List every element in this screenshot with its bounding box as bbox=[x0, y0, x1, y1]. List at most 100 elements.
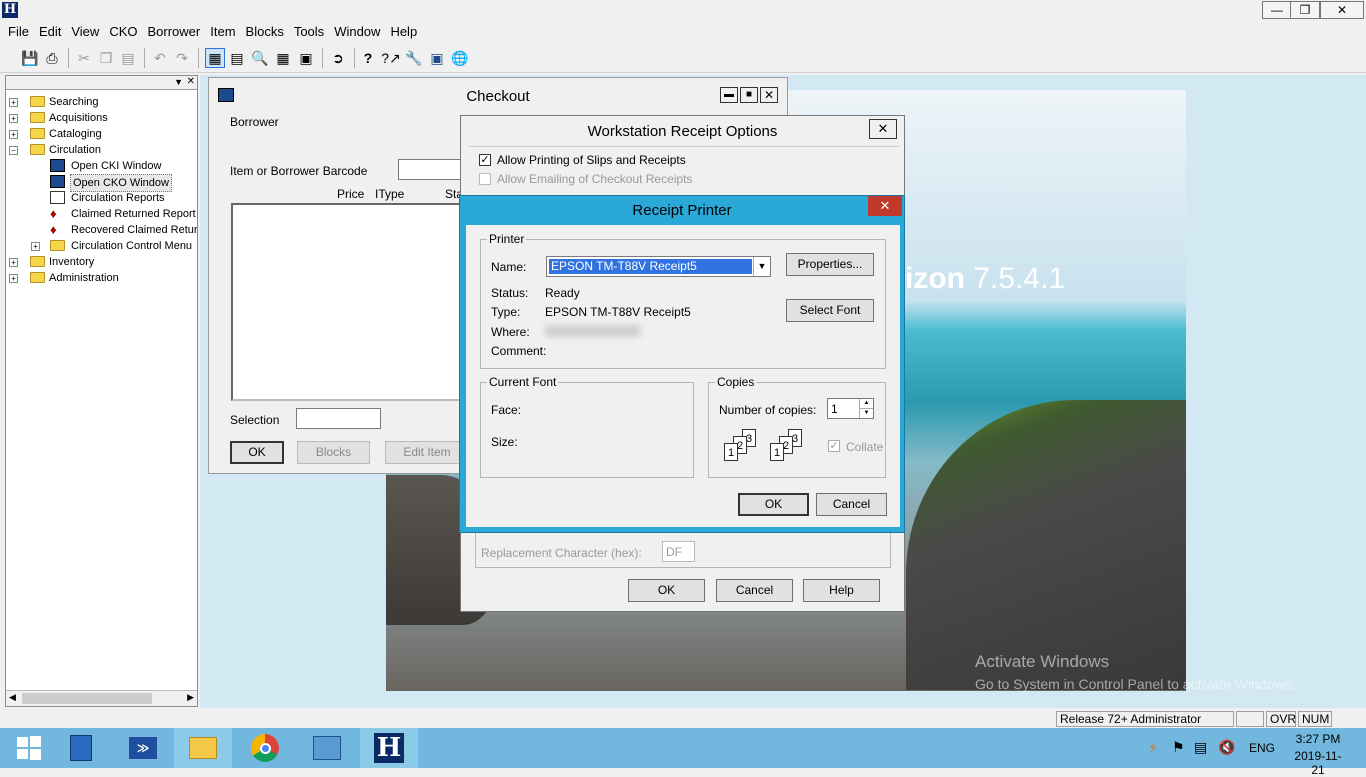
expand-icon[interactable]: + bbox=[9, 130, 18, 139]
allow-emailing-checkbox[interactable] bbox=[479, 173, 491, 185]
tree-item-circulation-control-menu[interactable]: + Circulation Control Menu bbox=[31, 238, 197, 254]
toolbar-separator bbox=[198, 48, 199, 68]
paste-icon[interactable]: ▤ bbox=[118, 48, 138, 68]
receipt-options-cancel-button[interactable]: Cancel bbox=[716, 579, 793, 602]
cko-window-icon bbox=[50, 175, 65, 188]
blocks-button[interactable]: Blocks bbox=[297, 441, 370, 464]
expand-icon[interactable]: + bbox=[9, 98, 18, 107]
checkout-minimize-button[interactable]: ▬ bbox=[720, 87, 738, 103]
menu-help[interactable]: Help bbox=[385, 22, 422, 42]
printer-name-select[interactable]: EPSON TM-T88V Receipt5 ▼ bbox=[546, 256, 771, 277]
menu-blocks[interactable]: Blocks bbox=[241, 22, 289, 42]
clock-date[interactable]: 2019-11-21 bbox=[1288, 749, 1348, 777]
chevron-down-icon[interactable]: ▼ bbox=[753, 257, 770, 276]
collate-checkbox[interactable]: ✓ bbox=[828, 440, 840, 452]
items-list[interactable] bbox=[231, 203, 471, 401]
spin-down-icon[interactable]: ▼ bbox=[859, 408, 873, 418]
folder-icon bbox=[30, 272, 45, 283]
search-icon[interactable]: 🔍 bbox=[250, 48, 270, 68]
col-itype: IType bbox=[375, 187, 405, 201]
grid-icon[interactable]: ▦ bbox=[273, 48, 293, 68]
expand-icon[interactable]: + bbox=[9, 258, 18, 267]
file-explorer-icon[interactable] bbox=[174, 728, 232, 768]
barcode-input[interactable] bbox=[398, 159, 468, 180]
receipt-options-close-button[interactable]: ✕ bbox=[869, 119, 897, 139]
font-face-label: Face: bbox=[491, 403, 522, 417]
menu-borrower[interactable]: Borrower bbox=[142, 22, 205, 42]
form-icon[interactable]: ▣ bbox=[296, 48, 316, 68]
language-indicator[interactable]: ENG bbox=[1249, 741, 1275, 755]
restore-button[interactable]: ❐ bbox=[1290, 1, 1320, 19]
network-icon[interactable]: ▤ bbox=[1194, 739, 1207, 756]
receipt-printer-dialog: Receipt Printer ✕ Printer Name: EPSON TM… bbox=[459, 195, 905, 533]
expand-icon[interactable]: + bbox=[9, 114, 18, 123]
redo-icon[interactable]: ↷ bbox=[172, 48, 192, 68]
edit-item-button[interactable]: Edit Item bbox=[385, 441, 469, 464]
control-panel-icon[interactable] bbox=[298, 728, 356, 768]
server-manager-icon[interactable] bbox=[52, 728, 110, 768]
close-button[interactable]: ✕ bbox=[1320, 1, 1364, 19]
properties-button[interactable]: Properties... bbox=[786, 253, 874, 276]
exit-icon[interactable]: ➲ bbox=[328, 48, 348, 68]
spin-up-icon[interactable]: ▲ bbox=[859, 399, 873, 408]
horizon-taskbar-icon[interactable]: H bbox=[360, 728, 418, 768]
tree-item-recovered-claimed-returns[interactable]: ♦ Recovered Claimed Returns bbox=[31, 222, 197, 238]
scroll-left-icon[interactable]: ◀ bbox=[9, 692, 16, 703]
receipt-printer-cancel-button[interactable]: Cancel bbox=[816, 493, 887, 516]
powershell-icon[interactable]: ≫ bbox=[114, 728, 172, 768]
menu-tools[interactable]: Tools bbox=[289, 22, 329, 42]
menu-item[interactable]: Item bbox=[205, 22, 240, 42]
volume-muted-icon[interactable]: 🔇 bbox=[1218, 739, 1235, 756]
wrench-icon[interactable]: 🔧 bbox=[404, 48, 424, 68]
printer-where-label: Where: bbox=[491, 325, 530, 339]
app-title-bar: H — ❐ ✕ bbox=[0, 0, 1366, 22]
taskbar: ≫ H ⚡ ⚑ ▤ 🔇 ENG 3:27 PM 2019-11-21 bbox=[0, 728, 1366, 777]
release-status: Release 72+ Administrator bbox=[1056, 711, 1234, 727]
chrome-icon[interactable] bbox=[236, 728, 294, 768]
receipt-options-ok-button[interactable]: OK bbox=[628, 579, 705, 602]
activate-windows-subtitle: Go to System in Control Panel to activat… bbox=[975, 676, 1296, 692]
scroll-right-icon[interactable]: ▶ bbox=[187, 692, 194, 703]
flag-icon[interactable]: ⚑ bbox=[1172, 739, 1185, 756]
toolbar-separator bbox=[144, 48, 145, 68]
notification-icon[interactable]: ⚡ bbox=[1148, 740, 1158, 757]
checkout-maximize-button[interactable]: ■ bbox=[740, 87, 758, 103]
copies-spinner[interactable]: 1 ▲ ▼ bbox=[827, 398, 874, 419]
menu-window[interactable]: Window bbox=[329, 22, 385, 42]
checkout-close-button[interactable]: ✕ bbox=[760, 87, 778, 103]
menu-cko[interactable]: CKO bbox=[104, 22, 142, 42]
select-font-button[interactable]: Select Font bbox=[786, 299, 874, 322]
scroll-thumb[interactable] bbox=[22, 693, 152, 704]
receipt-printer-close-button[interactable]: ✕ bbox=[868, 196, 902, 216]
image-icon[interactable]: ▣ bbox=[427, 48, 447, 68]
clock-time[interactable]: 3:27 PM bbox=[1288, 732, 1348, 746]
minimize-button[interactable]: — bbox=[1262, 1, 1292, 19]
collapse-icon[interactable]: − bbox=[9, 146, 18, 155]
undo-icon[interactable]: ↶ bbox=[150, 48, 170, 68]
receipt-options-help-button[interactable]: Help bbox=[803, 579, 880, 602]
checkout-ok-button[interactable]: OK bbox=[230, 441, 284, 464]
copy-icon[interactable]: ❐ bbox=[96, 48, 116, 68]
cut-icon[interactable]: ✂ bbox=[74, 48, 94, 68]
context-help-icon[interactable]: ?↗ bbox=[381, 48, 401, 68]
allow-printing-checkbox[interactable]: ✓ bbox=[479, 154, 491, 166]
menu-view[interactable]: View bbox=[66, 22, 104, 42]
borrower-label: Borrower bbox=[230, 115, 279, 129]
start-button[interactable] bbox=[0, 728, 58, 768]
tree-close-icon[interactable]: ✕ bbox=[187, 76, 195, 87]
print-icon[interactable]: ⎙ bbox=[42, 48, 62, 68]
save-icon[interactable]: 💾 bbox=[20, 48, 40, 68]
tree-view-icon[interactable]: ▦ bbox=[205, 48, 225, 68]
help-icon[interactable]: ? bbox=[358, 48, 378, 68]
tree-dropdown-icon[interactable]: ▼ bbox=[174, 77, 183, 87]
globe-icon[interactable]: 🌐 bbox=[450, 48, 470, 68]
menu-edit[interactable]: Edit bbox=[34, 22, 66, 42]
receipt-printer-ok-button[interactable]: OK bbox=[738, 493, 809, 516]
selection-input[interactable] bbox=[296, 408, 381, 429]
expand-icon[interactable]: + bbox=[31, 242, 40, 251]
tree-horizontal-scrollbar[interactable]: ◀ ▶ bbox=[6, 690, 197, 706]
expand-icon[interactable]: + bbox=[9, 274, 18, 283]
window-icon[interactable]: ▤ bbox=[227, 48, 247, 68]
replacement-input[interactable]: DF bbox=[662, 541, 695, 562]
menu-file[interactable]: File bbox=[3, 22, 34, 42]
